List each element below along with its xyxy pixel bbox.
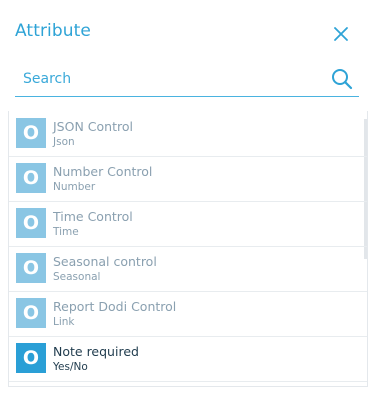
item-type: Time [53,226,79,238]
panel-title: Attribute [15,21,91,41]
item-name: Seasonal control [53,254,157,269]
search-bar [15,62,359,97]
item-type: Seasonal [53,271,101,283]
search-icon[interactable] [330,67,354,91]
list-item-selected[interactable]: O Note required Yes/No [9,336,367,382]
item-type: Yes/No [53,361,88,373]
item-name: JSON Control [53,119,133,134]
attribute-list: O JSON Control Json O Number Control Num… [8,111,368,387]
list-item[interactable]: O Seasonal control Seasonal [9,246,367,292]
attribute-type-icon: O [16,343,46,373]
search-input[interactable] [23,68,313,90]
list-item[interactable]: O Number Control Number [9,156,367,202]
item-name: Note required [53,344,139,359]
item-type: Link [53,316,75,328]
attribute-panel: Attribute O JSON Control Json O Number C… [0,0,375,398]
item-name: Report Dodi Control [53,299,177,314]
item-name: Time Control [53,209,133,224]
attribute-type-icon: O [16,298,46,328]
list-item[interactable]: O Time Control Time [9,201,367,247]
attribute-type-icon: O [16,253,46,283]
item-name: Number Control [53,164,153,179]
list-item[interactable]: O Report Dodi Control Link [9,291,367,337]
attribute-type-icon: O [16,163,46,193]
list-item[interactable]: O JSON Control Json [9,111,367,157]
item-type: Json [53,136,75,148]
attribute-type-icon: O [16,118,46,148]
item-type: Number [53,181,96,193]
close-icon[interactable] [330,23,352,45]
attribute-type-icon: O [16,208,46,238]
